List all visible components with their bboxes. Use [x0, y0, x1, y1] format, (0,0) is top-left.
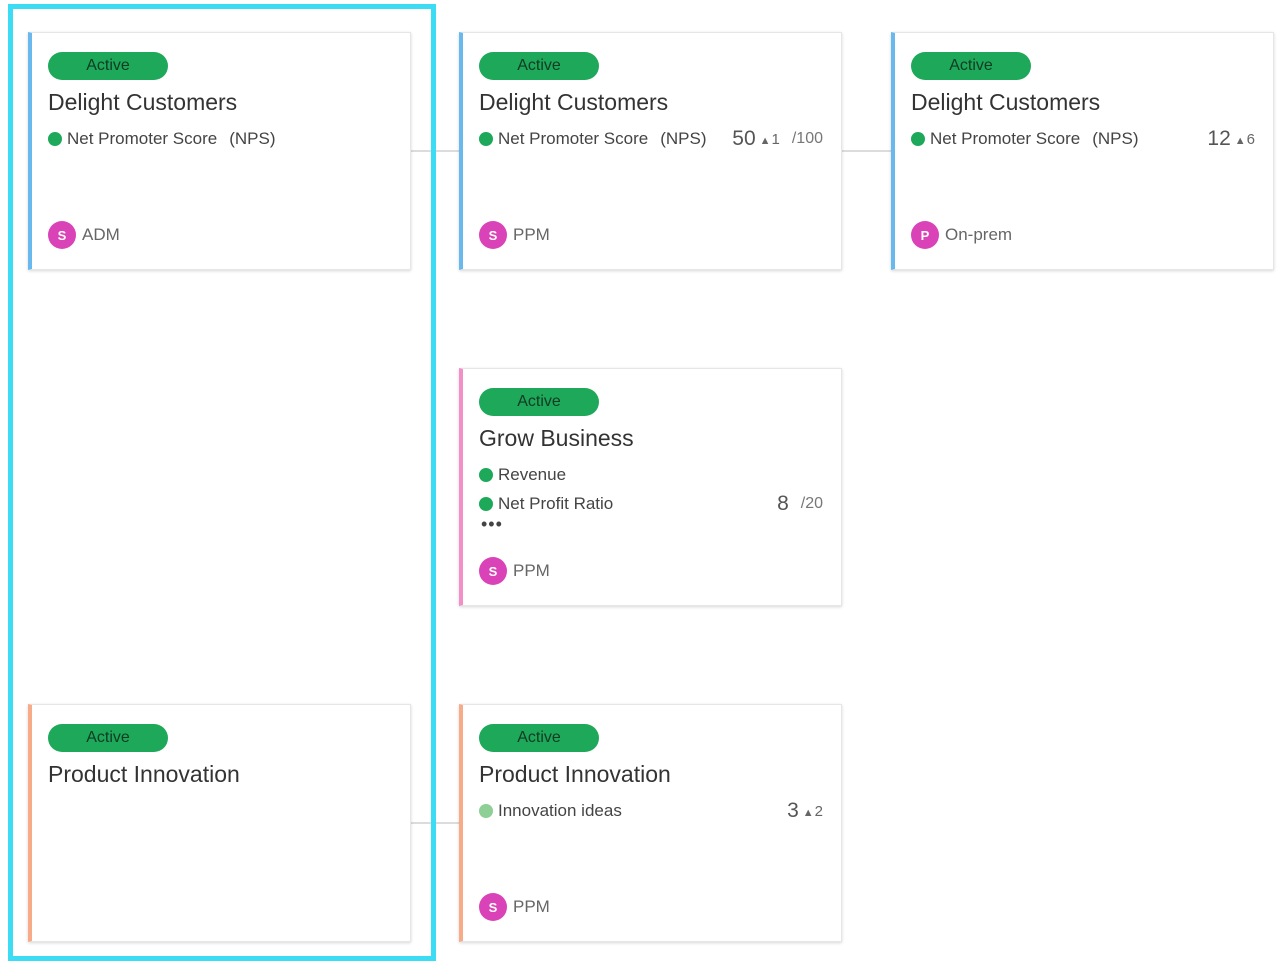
- triangle-up-icon: 1: [760, 131, 780, 148]
- status-dot-icon: [479, 132, 493, 146]
- objective-card[interactable]: Active Delight Customers Net Promoter Sc…: [28, 32, 411, 270]
- metric-row[interactable]: Net Profit Ratio 8 /20: [479, 492, 823, 516]
- status-badge: Active: [48, 52, 168, 80]
- owner: S ADM: [48, 221, 120, 249]
- avatar: S: [479, 221, 507, 249]
- metric-row[interactable]: Revenue: [479, 464, 823, 486]
- triangle-up-icon: 6: [1235, 131, 1255, 148]
- metric-name: Innovation ideas: [498, 801, 622, 820]
- objective-title: Product Innovation: [479, 761, 671, 787]
- metric-row[interactable]: Net Promoter Score (NPS) 12 6: [911, 127, 1255, 151]
- owner-name: PPM: [513, 225, 550, 244]
- objective-card[interactable]: Active Grow Business Revenue Net Profit …: [459, 368, 842, 606]
- avatar: S: [48, 221, 76, 249]
- avatar: S: [479, 893, 507, 921]
- metric-target: /100: [791, 130, 823, 147]
- metric-tag: (NPS): [1092, 129, 1139, 148]
- status-dot-icon: [479, 497, 493, 511]
- status-dot-icon: [479, 804, 493, 818]
- owner: S PPM: [479, 557, 550, 585]
- metric-name: Net Promoter Score: [67, 129, 218, 148]
- metric-name: Net Promoter Score: [498, 129, 649, 148]
- status-badge: Active: [48, 724, 168, 752]
- objective-title: Delight Customers: [48, 89, 238, 115]
- metric-values: 8 /20: [777, 492, 823, 516]
- metric-value: 12: [1207, 127, 1231, 150]
- objective-title: Product Innovation: [48, 761, 240, 787]
- metric-target: /20: [800, 495, 823, 512]
- metric-tag: (NPS): [229, 129, 276, 148]
- metric-value: 8: [777, 492, 789, 515]
- objective-title: Grow Business: [479, 425, 634, 451]
- owner-name: PPM: [513, 897, 550, 916]
- objective-card[interactable]: Active Product Innovation Innovation ide…: [459, 704, 842, 942]
- metric-row[interactable]: Innovation ideas 3 2: [479, 799, 823, 823]
- metric-row[interactable]: Net Promoter Score (NPS): [48, 128, 392, 150]
- connector-line: [842, 150, 892, 152]
- owner: S PPM: [479, 893, 550, 921]
- status-badge: Active: [479, 724, 599, 752]
- metric-value: 3: [787, 799, 799, 822]
- metric-values: 3 2: [787, 799, 823, 823]
- status-badge: Active: [911, 52, 1031, 80]
- more-metrics-indicator[interactable]: •••: [481, 515, 503, 533]
- owner-name: PPM: [513, 561, 550, 580]
- metric-tag: (NPS): [660, 129, 707, 148]
- avatar: P: [911, 221, 939, 249]
- metric-name: Revenue: [498, 465, 567, 484]
- metric-values: 50 1 /100: [732, 127, 823, 151]
- status-dot-icon: [911, 132, 925, 146]
- status-dot-icon: [48, 132, 62, 146]
- owner-name: ADM: [82, 225, 120, 244]
- metric-value: 50: [732, 127, 756, 150]
- status-badge: Active: [479, 388, 599, 416]
- metric-row[interactable]: Net Promoter Score (NPS) 50 1 /100: [479, 127, 823, 151]
- status-badge: Active: [479, 52, 599, 80]
- objective-card[interactable]: Active Product Innovation: [28, 704, 411, 942]
- metric-values: 12 6: [1207, 127, 1255, 151]
- owner-name: On-prem: [945, 225, 1013, 244]
- triangle-up-icon: 2: [803, 803, 823, 820]
- objective-card[interactable]: Active Delight Customers Net Promoter Sc…: [891, 32, 1274, 270]
- connector-line: [410, 150, 460, 152]
- owner: P On-prem: [911, 221, 1012, 249]
- objective-title: Delight Customers: [479, 89, 669, 115]
- status-dot-icon: [479, 468, 493, 482]
- objective-title: Delight Customers: [911, 89, 1101, 115]
- metric-name: Net Promoter Score: [930, 129, 1081, 148]
- avatar: S: [479, 557, 507, 585]
- metric-name: Net Profit Ratio: [498, 494, 614, 513]
- connector-line: [410, 822, 460, 824]
- objective-card[interactable]: Active Delight Customers Net Promoter Sc…: [459, 32, 842, 270]
- owner: S PPM: [479, 221, 550, 249]
